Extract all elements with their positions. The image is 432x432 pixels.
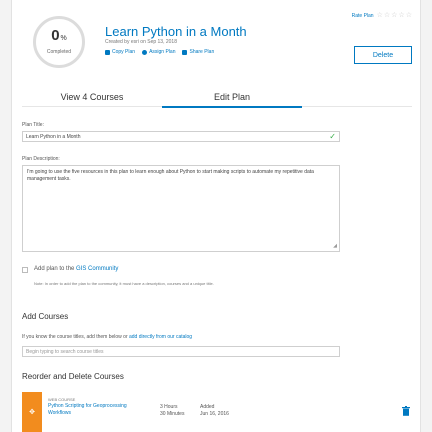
plan-title: Learn Python in a Month xyxy=(105,24,247,39)
plan-actions: Copy Plan Assign Plan Share Plan xyxy=(105,49,214,55)
rate-plan-label: Rate Plan xyxy=(351,12,374,19)
delete-button[interactable]: Delete xyxy=(354,46,412,64)
resize-grip-icon[interactable]: ◢ xyxy=(333,243,337,250)
progress-indicator: 0% Completed xyxy=(33,16,85,68)
course-title-link[interactable]: Python Scripting for Geoprocessing Workf… xyxy=(48,403,148,417)
catalog-link[interactable]: add directly from our catalog xyxy=(129,334,192,340)
progress-unit: % xyxy=(60,35,67,42)
course-added-date: Added Jun 16, 2016 xyxy=(200,404,229,417)
plan-title-input[interactable]: Learn Python in a Month ✓ xyxy=(22,131,340,142)
gis-community-link[interactable]: GIS Community xyxy=(76,266,118,272)
progress-caption: Completed xyxy=(46,49,72,55)
trash-icon[interactable] xyxy=(402,406,410,416)
add-to-community-checkbox[interactable] xyxy=(22,267,28,273)
plan-page: 0% Completed Learn Python in a Month Cre… xyxy=(11,0,421,432)
created-by-text: Created by esri on Sep 13, 2018 xyxy=(105,39,177,45)
plan-tabs: View 4 Courses Edit Plan xyxy=(22,88,412,108)
plan-title-value: Learn Python in a Month xyxy=(26,134,81,140)
star-icon-5[interactable]: ☆ xyxy=(406,12,412,19)
plan-description-value: I'm going to use the five resources in t… xyxy=(27,169,314,182)
plan-description-label: Plan Description: xyxy=(22,156,60,162)
copy-plan-link[interactable]: Copy Plan xyxy=(105,49,135,55)
star-icon-1[interactable]: ☆ xyxy=(377,12,383,19)
plan-description-textarea[interactable]: I'm going to use the five resources in t… xyxy=(22,165,340,252)
reorder-heading: Reorder and Delete Courses xyxy=(22,372,124,381)
share-icon xyxy=(182,49,188,55)
star-icon-3[interactable]: ☆ xyxy=(391,12,397,19)
tab-view-courses[interactable]: View 4 Courses xyxy=(22,88,162,106)
rating-stars: ☆ ☆ ☆ ☆ ☆ xyxy=(377,12,412,19)
star-icon-4[interactable]: ☆ xyxy=(398,12,404,19)
share-plan-link[interactable]: Share Plan xyxy=(182,49,214,55)
add-courses-heading: Add Courses xyxy=(22,312,69,321)
copy-icon xyxy=(105,49,110,55)
rate-plan: Rate Plan ☆ ☆ ☆ ☆ ☆ xyxy=(352,12,412,19)
community-note: Note: In order to add the plan to the co… xyxy=(34,281,214,286)
course-type: WEB COURSE xyxy=(48,397,76,402)
add-courses-help: If you know the course titles, add them … xyxy=(22,334,193,340)
progress-value: 0 xyxy=(51,27,60,44)
course-search-input[interactable]: Begin typing to search course titles xyxy=(22,346,340,357)
valid-check-icon: ✓ xyxy=(329,132,336,141)
community-label: Add plan to the xyxy=(34,266,77,272)
drag-handle-icon[interactable]: ✥ xyxy=(22,392,42,432)
assign-icon xyxy=(142,49,148,55)
assign-plan-link[interactable]: Assign Plan xyxy=(142,49,175,55)
plan-title-label: Plan Title: xyxy=(22,122,44,128)
course-row: ✥ WEB COURSE Python Scripting for Geopro… xyxy=(22,392,412,432)
course-duration: 3 Hours 30 Minutes xyxy=(160,404,185,417)
tab-edit-plan[interactable]: Edit Plan xyxy=(162,88,302,108)
star-icon-2[interactable]: ☆ xyxy=(384,12,390,19)
